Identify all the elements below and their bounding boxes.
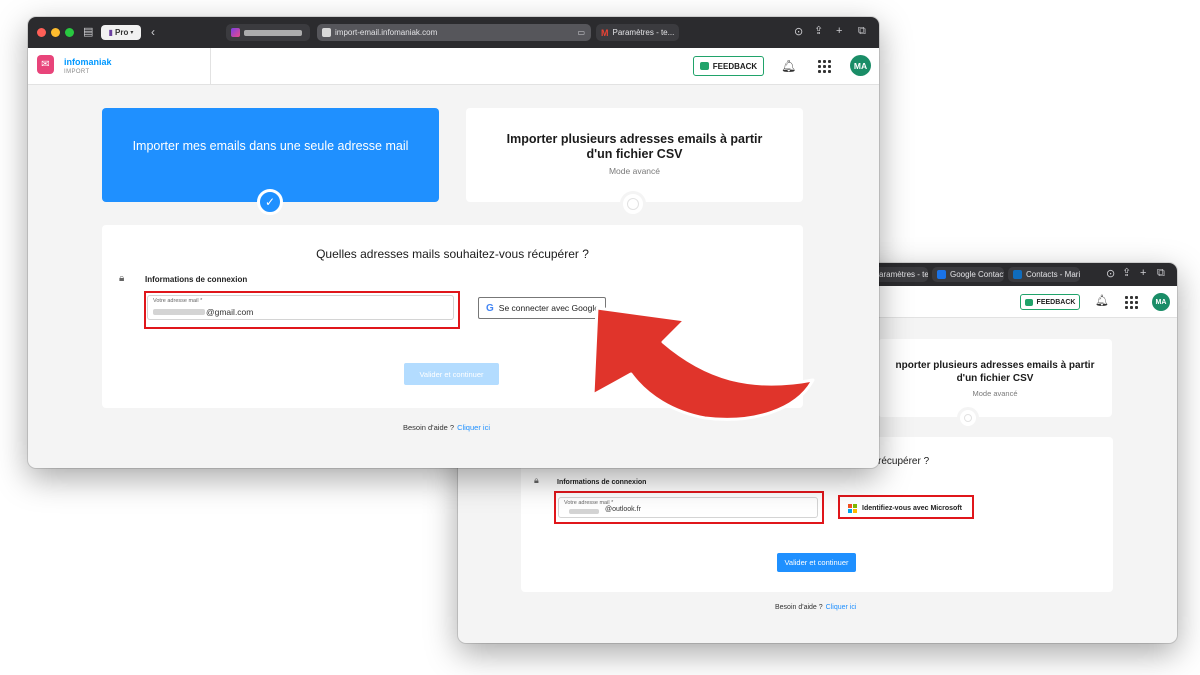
share-icon[interactable]: ⇪ <box>1122 268 1131 279</box>
info-label: Informations de connexion <box>145 275 248 284</box>
card-import-csv[interactable]: Importer plusieurs adresses emails à par… <box>466 108 803 202</box>
card-import-csv[interactable]: nporter plusieurs adresses emails à part… <box>878 339 1112 417</box>
tab-google-contacts[interactable]: Google Contacts <box>932 267 1004 282</box>
google-icon: G <box>486 302 494 314</box>
curved-arrow-icon <box>591 306 815 421</box>
feedback-button[interactable]: FEEDBACK <box>1020 294 1080 310</box>
submit-label: Valider et continuer <box>419 369 484 379</box>
card-single-title: Importer mes emails dans une seule adres… <box>132 139 409 153</box>
help-link[interactable]: Cliquer ici <box>457 423 490 432</box>
tab-parametres[interactable]: aramètres - te... <box>874 267 928 282</box>
card-csv-subtitle: Mode avancé <box>972 389 1018 398</box>
sidebar-icon[interactable]: ▤ <box>83 27 93 38</box>
tabs-icon[interactable]: ⧉ <box>858 26 866 37</box>
feedback-icon <box>1024 298 1033 306</box>
download-icon[interactable]: ⊙ <box>1106 269 1115 280</box>
avatar-initials: MA <box>853 60 868 71</box>
submit-button[interactable]: Valider et continuer <box>404 363 499 385</box>
card-csv-subtitle: Mode avancé <box>608 166 661 176</box>
share-icon[interactable]: ⇪ <box>814 26 823 37</box>
highlight-box-email <box>554 491 824 524</box>
brand-subtitle: IMPORT <box>64 69 90 75</box>
submit-button[interactable]: Valider et continuer <box>777 553 856 572</box>
feedback-button[interactable]: FEEDBACK <box>693 56 764 76</box>
header-divider <box>210 48 211 84</box>
tab-label: Paramètres - te... <box>612 28 675 37</box>
plus-icon[interactable]: + <box>836 26 842 37</box>
radio-csv[interactable] <box>957 407 979 429</box>
apps-grid-icon[interactable] <box>818 60 831 73</box>
zoom-window-icon[interactable] <box>65 28 74 37</box>
feedback-icon <box>699 62 709 70</box>
radio-csv[interactable] <box>620 191 646 217</box>
tab-contacts-outlook[interactable]: Contacts - Mari... <box>1008 267 1080 282</box>
arrow-shape <box>591 306 815 421</box>
checkmark-icon[interactable]: ✓ <box>257 189 283 215</box>
brand-name: infomaniak <box>64 57 112 67</box>
profile-label: Pro <box>115 28 129 37</box>
avatar-initials: MA <box>1155 298 1167 306</box>
help-line: Besoin d'aide ? Cliquer ici <box>403 423 490 432</box>
window-controls <box>37 28 74 37</box>
tab-gmail-settings[interactable]: M Paramètres - te... <box>596 24 679 41</box>
address-url: import-email.infomaniak.com <box>335 28 438 37</box>
close-window-icon[interactable] <box>37 28 46 37</box>
feedback-label: FEEDBACK <box>712 61 758 71</box>
highlight-box-email <box>144 291 460 329</box>
site-favicon-icon <box>322 28 331 37</box>
form-question: récupérer ? <box>878 456 930 467</box>
bell-icon[interactable]: 🔔︎ <box>1095 294 1109 307</box>
profile-icon: ▮ <box>108 28 114 37</box>
redacted-text <box>244 29 302 36</box>
lock-icon: 🔒︎ <box>119 273 125 284</box>
feedback-label: FEEDBACK <box>1036 298 1076 306</box>
info-label: Informations de connexion <box>557 479 647 486</box>
chevron-left-icon[interactable]: ‹ <box>151 26 155 38</box>
avatar[interactable]: MA <box>1152 293 1170 311</box>
help-link[interactable]: Cliquer ici <box>826 604 857 611</box>
address-bar[interactable]: import-email.infomaniak.com ▭ <box>317 24 591 41</box>
help-text: Besoin d'aide ? <box>403 423 455 432</box>
avatar[interactable]: MA <box>850 55 871 76</box>
lock-icon: 🔒︎ <box>534 475 539 485</box>
plus-icon[interactable]: + <box>1140 268 1146 279</box>
card-csv-title: nporter plusieurs adresses emails à part… <box>895 360 1095 384</box>
minimize-window-icon[interactable] <box>51 28 60 37</box>
apps-grid-icon[interactable] <box>1125 296 1138 309</box>
bell-icon[interactable]: 🔔︎ <box>781 59 796 73</box>
submit-label: Valider et continuer <box>784 558 849 567</box>
infomaniak-logo[interactable]: ✉ <box>37 55 54 74</box>
outlook-favicon-icon <box>1013 270 1022 279</box>
reader-icon[interactable]: ▭ <box>577 28 585 37</box>
chevron-down-icon: ▾ <box>130 30 134 36</box>
tabs-icon[interactable]: ⧉ <box>1157 268 1165 279</box>
app-header: ✉ infomaniak IMPORT FEEDBACK 🔔︎ MA <box>28 48 879 85</box>
form-question: Quelles adresses mails souhaitez-vous ré… <box>316 247 589 261</box>
tab-label: Contacts - Mari... <box>1026 270 1080 279</box>
tab-label: Google Contacts <box>950 270 1004 279</box>
card-import-single[interactable]: Importer mes emails dans une seule adres… <box>102 108 439 202</box>
google-button-label: Se connecter avec Google <box>498 303 599 313</box>
contacts-favicon-icon <box>937 270 946 279</box>
browser-toolbar: ▤ ▮ Pro ▾ ‹ import-email.infomaniak.com … <box>28 17 879 48</box>
tab-label: aramètres - te... <box>879 270 928 279</box>
highlight-box-microsoft <box>838 495 974 519</box>
card-csv-title: Importer plusieurs adresses emails à par… <box>506 132 763 161</box>
tab-redacted[interactable] <box>226 24 310 41</box>
site-favicon-icon <box>231 28 240 37</box>
gmail-favicon-icon: M <box>601 27 609 38</box>
profile-switcher[interactable]: ▮ Pro ▾ <box>101 25 141 40</box>
download-icon[interactable]: ⊙ <box>794 27 803 38</box>
help-text: Besoin d'aide ? <box>775 604 823 611</box>
help-line: Besoin d'aide ? Cliquer ici <box>775 604 856 611</box>
